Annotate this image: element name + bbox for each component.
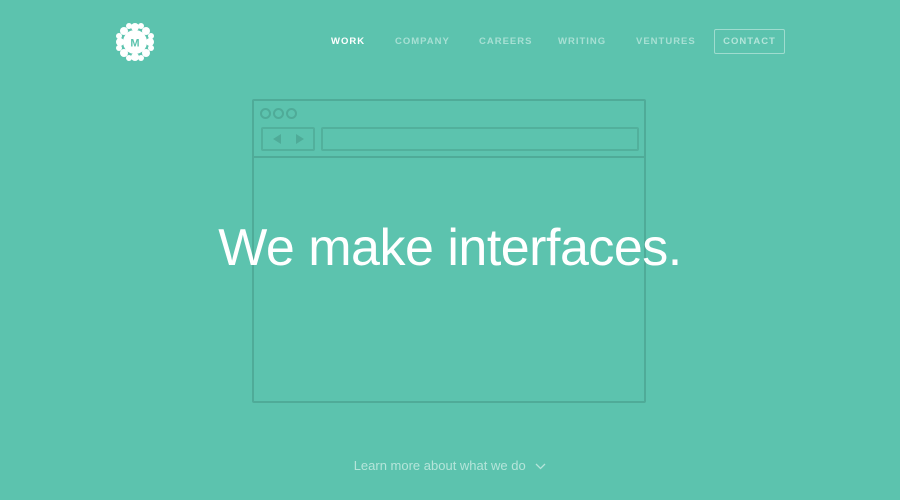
nav-item-company[interactable]: COMPANY [395,36,450,47]
browser-divider [254,156,644,158]
browser-nav-buttons [261,127,315,151]
address-bar-outline [321,127,639,151]
nav-item-careers[interactable]: CAREERS [479,36,532,47]
contact-button[interactable]: CONTACT [714,29,785,54]
nav-item-work[interactable]: WORK [331,36,365,47]
learn-more-link[interactable]: Learn more about what we do [0,458,900,473]
chevron-down-icon [535,463,546,470]
window-dot-icon [260,108,271,119]
nav-item-writing[interactable]: WRITING [558,36,606,47]
window-dot-icon [273,108,284,119]
back-arrow-icon [273,134,281,144]
window-dot-icon [286,108,297,119]
learn-more-label: Learn more about what we do [353,458,526,473]
forward-arrow-icon [296,134,304,144]
nav-item-ventures[interactable]: VENTURES [636,36,696,47]
hero-headline: We make interfaces. [218,219,682,277]
main-nav: WORK COMPANY CAREERS WRITING VENTURES CO… [0,29,900,55]
